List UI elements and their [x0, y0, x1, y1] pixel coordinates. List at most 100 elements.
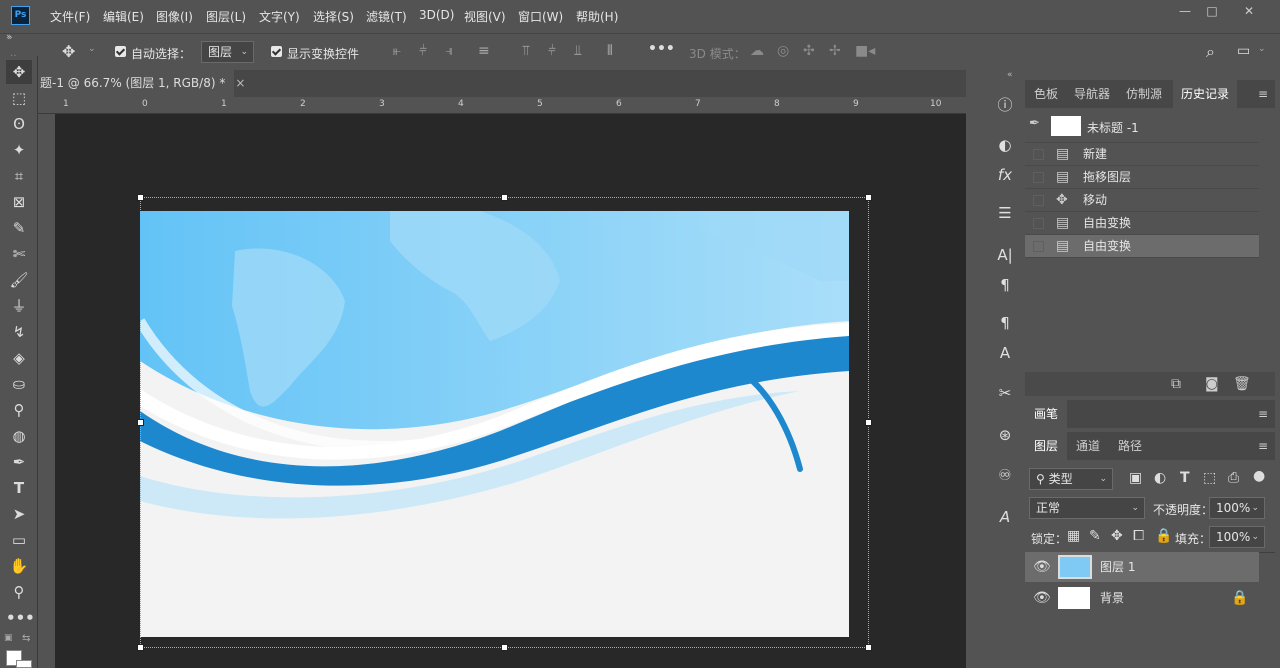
dodge-tool[interactable]: ◍ [6, 424, 32, 448]
history-source-checkbox[interactable] [1033, 241, 1044, 252]
tab-paths[interactable]: 路径 [1109, 432, 1151, 460]
styles-icon[interactable]: fx [993, 163, 1017, 187]
transform-handle[interactable] [501, 194, 508, 201]
paragraph-styles-icon[interactable]: ¶ [993, 311, 1017, 335]
history-source-checkbox[interactable] [1033, 149, 1044, 160]
transform-handle[interactable] [865, 419, 872, 426]
menu-3d[interactable]: 3D(D) [419, 8, 454, 22]
menu-type[interactable]: 文字(Y) [259, 8, 300, 25]
background-color-swatch[interactable] [16, 660, 32, 668]
align-top-icon[interactable]: ⫪ [522, 43, 530, 59]
3d-orbit-icon[interactable]: ☁ [750, 43, 764, 59]
snapshot-name[interactable]: 未标题 -1 [1087, 119, 1139, 136]
new-document-from-state-icon[interactable]: ⧉ [1171, 376, 1181, 392]
history-state[interactable]: ✥ 移动 [1025, 189, 1259, 212]
tab-swatches[interactable]: 色板 [1025, 80, 1067, 108]
more-options-icon[interactable]: ••• [648, 41, 675, 57]
3d-scale-icon[interactable]: ■◂ [855, 43, 875, 59]
tools-presets-icon[interactable]: ✂ [993, 381, 1017, 405]
distribute-icon[interactable]: ≡ [478, 43, 490, 59]
magic-wand-tool[interactable]: ✦ [6, 138, 32, 162]
menu-window[interactable]: 窗口(W) [518, 8, 563, 25]
type-tool[interactable]: T [6, 476, 32, 500]
shape-filter-icon[interactable]: ⬚ [1203, 470, 1216, 486]
workspace-icon[interactable]: ▭ [1237, 43, 1250, 59]
collapse-dock-icon[interactable]: « [1007, 70, 1013, 80]
menu-help[interactable]: 帮助(H) [576, 8, 618, 25]
3d-roll-icon[interactable]: ◎ [777, 43, 789, 59]
blend-mode-dropdown[interactable]: 正常 ⌄ [1029, 497, 1145, 519]
panel-menu-icon[interactable]: ≡ [1255, 432, 1271, 460]
frame-tool[interactable]: ⊠ [6, 190, 32, 214]
lock-all-icon[interactable]: 🔒 [1155, 528, 1172, 544]
history-brush-source-icon[interactable]: ✒ [1029, 116, 1045, 131]
pen-tool[interactable]: ✒ [6, 450, 32, 474]
glyphs-icon[interactable]: A [993, 505, 1017, 529]
history-state[interactable]: ▤ 拖移图层 [1025, 166, 1259, 189]
opacity-input[interactable]: 100% ⌄ [1209, 497, 1265, 519]
show-transform-checkbox[interactable] [271, 46, 282, 57]
align-right-icon[interactable]: ⫣ [445, 43, 453, 59]
type-filter-icon[interactable]: T [1180, 470, 1190, 486]
clone-stamp-tool[interactable]: ⏚ [6, 294, 32, 318]
tab-layers[interactable]: 图层 [1025, 432, 1067, 460]
3d-slide-icon[interactable]: ✢ [829, 43, 841, 59]
paint-bucket-tool[interactable]: ⛀ [6, 372, 32, 396]
lock-artboard-icon[interactable]: ⧠ [1133, 528, 1144, 544]
trash-icon[interactable]: 🗑 [1233, 376, 1251, 392]
auto-select-dropdown[interactable]: 图层 ⌄ [201, 41, 254, 63]
transform-handle[interactable] [137, 194, 144, 201]
info-icon[interactable]: ⓘ [993, 93, 1017, 117]
align-middle-icon[interactable]: ⫩ [548, 43, 556, 59]
layer-filter-dropdown[interactable]: ⚲ 类型 ⌄ [1029, 468, 1113, 490]
transform-bounding-box[interactable] [140, 197, 869, 648]
menu-file[interactable]: 文件(F) [50, 8, 90, 25]
character-styles-icon[interactable]: A [993, 341, 1017, 365]
transform-handle[interactable] [501, 644, 508, 651]
lasso-tool[interactable]: ʘ [6, 112, 32, 136]
align-bottom-icon[interactable]: ⫫ [574, 43, 582, 59]
history-source-checkbox[interactable] [1033, 195, 1044, 206]
menu-edit[interactable]: 编辑(E) [103, 8, 144, 25]
eraser-tool[interactable]: ◈ [6, 346, 32, 370]
history-state[interactable]: ▤ 新建 [1025, 143, 1259, 166]
3d-pan-icon[interactable]: ✣ [803, 43, 815, 59]
camera-icon[interactable]: ◙ [1205, 376, 1219, 392]
photoshop-logo-icon[interactable]: Ps [11, 6, 30, 25]
move-tool-icon[interactable]: ✥ [62, 42, 75, 61]
layer-name[interactable]: 背景 [1100, 583, 1124, 613]
align-left-icon[interactable]: ⫦ [393, 43, 401, 59]
menu-view[interactable]: 视图(V) [464, 8, 506, 25]
maximize-icon[interactable]: □ [1200, 3, 1224, 19]
layer-row-active[interactable]: 👁 图层 1 [1025, 552, 1259, 582]
layer-name[interactable]: 图层 1 [1100, 552, 1135, 582]
healing-brush-tool[interactable]: ✄ [6, 242, 32, 266]
edit-toolbar-icon[interactable]: ••• [6, 606, 35, 630]
distribute-horizontal-icon[interactable]: ⫴ [607, 43, 613, 59]
brush-settings-icon[interactable]: ☰ [993, 201, 1017, 225]
history-state-active[interactable]: ▤ 自由变换 [1025, 235, 1259, 258]
menu-filter[interactable]: 滤镜(T) [366, 8, 407, 25]
zoom-tool[interactable]: ⚲ [6, 580, 32, 604]
lock-position-icon[interactable]: ✥ [1111, 528, 1123, 544]
menu-image[interactable]: 图像(I) [156, 8, 193, 25]
tab-clone-source[interactable]: 仿制源 [1117, 80, 1171, 108]
transform-handle[interactable] [137, 644, 144, 651]
properties-icon[interactable]: ⊛ [993, 423, 1017, 447]
fill-input[interactable]: 100% ⌄ [1209, 526, 1265, 548]
panel-menu-icon[interactable]: ≡ [1255, 400, 1271, 428]
filter-toggle-icon[interactable]: ● [1253, 468, 1265, 484]
expand-tools-icon[interactable]: » [7, 33, 13, 43]
swap-colors-icon[interactable]: ⇆ [22, 633, 30, 644]
history-source-checkbox[interactable] [1033, 218, 1044, 229]
close-tab-icon[interactable]: × [235, 76, 245, 90]
tab-channels[interactable]: 通道 [1067, 432, 1109, 460]
hand-tool[interactable]: ✋ [6, 554, 32, 578]
align-center-icon[interactable]: ⫩ [419, 43, 427, 59]
close-window-icon[interactable]: ✕ [1237, 3, 1261, 19]
tab-history[interactable]: 历史记录 [1173, 80, 1237, 108]
default-colors-icon[interactable]: ▣ [4, 633, 13, 643]
lock-transparent-icon[interactable]: ▦ [1067, 528, 1080, 544]
transform-handle[interactable] [865, 194, 872, 201]
character-icon[interactable]: A| [993, 243, 1017, 267]
